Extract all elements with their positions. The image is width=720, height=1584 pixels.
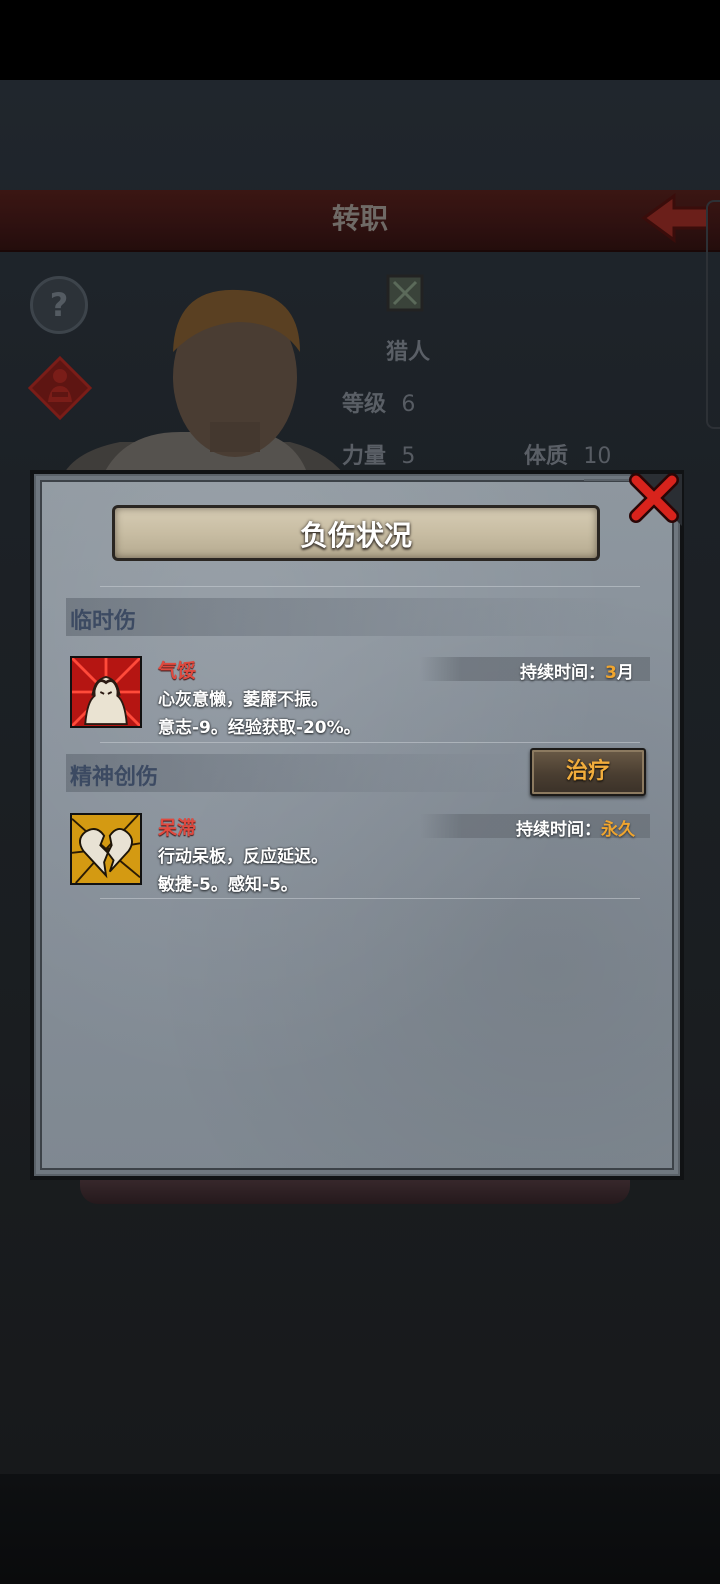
close-icon[interactable] [624, 470, 684, 526]
back-arrow-icon[interactable] [640, 192, 710, 244]
modal-shadow-tab [80, 1176, 630, 1204]
constitution-stat: 体质 10 [524, 444, 612, 469]
strength-stat: 力量 5 [342, 444, 416, 469]
section-title-mental: 精神创伤 [70, 765, 159, 790]
duration-text: 持续时间：3月 [520, 663, 634, 683]
status-effects: 意志-9。经验获取-20%。 [158, 718, 361, 738]
divider [100, 742, 640, 743]
level-stat: 等级 6 [342, 392, 416, 417]
duration-text: 持续时间：永久 [516, 820, 635, 840]
divider [100, 586, 640, 587]
page-title: 转职 [331, 202, 388, 235]
modal-title: 负伤状况 [299, 519, 412, 552]
despair-icon[interactable] [70, 656, 142, 728]
class-name: 猎人 [386, 340, 431, 365]
status-description: 心灰意懒，萎靡不振。 [158, 690, 328, 710]
duration-value: 永久 [601, 820, 635, 840]
broken-heart-icon[interactable] [70, 813, 142, 885]
status-name: 气馁 [158, 660, 197, 682]
bottom-bar [0, 1474, 720, 1584]
treat-button[interactable]: 治疗 [530, 748, 646, 796]
duration-value: 3 [605, 663, 617, 683]
class-hunter-icon [386, 274, 424, 312]
status-name: 呆滞 [158, 817, 197, 839]
status-effects: 敏捷-5。感知-5。 [158, 875, 298, 895]
side-drawer-handle[interactable] [706, 200, 720, 429]
section-band-temporary [66, 598, 626, 636]
character-portrait [60, 289, 350, 482]
status-description: 行动呆板，反应延迟。 [158, 847, 328, 867]
section-title-temporary: 临时伤 [70, 609, 137, 634]
status-bar [0, 0, 720, 80]
divider [100, 898, 640, 899]
